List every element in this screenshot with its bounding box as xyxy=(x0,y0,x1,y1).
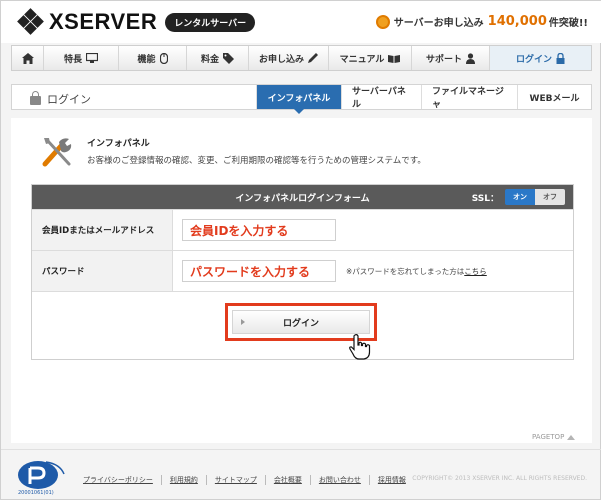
member-id-input[interactable]: 会員IDを入力する xyxy=(182,219,336,241)
person-icon xyxy=(466,52,475,64)
hand-cursor-icon xyxy=(349,334,371,360)
mouse-icon xyxy=(159,52,168,64)
logo[interactable]: XSERVER レンタルサーバー xyxy=(17,8,256,35)
panel-tabs: インフォパネル サーバーパネル ファイルマネージャ WEBメール xyxy=(256,85,591,114)
main-nav: 特長 機能 料金 お申し込み マニュアル サポート ログイン xyxy=(11,45,592,71)
nav-item-label: ログイン xyxy=(515,54,552,65)
nav-item-home[interactable] xyxy=(12,46,44,70)
footer-link-sitemap[interactable]: サイトマップ xyxy=(207,475,266,485)
form-title: インフォパネルログインフォーム xyxy=(235,193,370,204)
footer-link-contact[interactable]: お問い合わせ xyxy=(311,475,370,485)
password-input[interactable]: パスワードを入力する xyxy=(182,260,336,282)
footer-divider xyxy=(1,449,601,450)
content-panel: インフォパネル お客様のご登録情報の確認、変更、ご利用期限の確認等を行うための管… xyxy=(11,118,592,443)
page-title: ログイン xyxy=(30,91,91,107)
intro-title: インフォパネル xyxy=(87,139,150,149)
tag-icon xyxy=(223,52,234,64)
nav-item-label: 料金 xyxy=(200,54,219,65)
lock-icon xyxy=(556,52,565,64)
login-button-area: ログイン xyxy=(32,291,573,360)
login-button[interactable]: ログイン xyxy=(232,310,370,334)
id-label: 会員IDまたはメールアドレス xyxy=(32,210,173,250)
nav-item-functions[interactable]: 機能 xyxy=(119,46,187,70)
site-header: XSERVER レンタルサーバー サーバーお申し込み 140,000 件突破!! xyxy=(1,1,601,43)
promo-banner: サーバーお申し込み 140,000 件突破!! xyxy=(375,14,588,29)
privacy-mark-badge: 20001061(01) xyxy=(18,461,65,496)
nav-item-label: お申し込み xyxy=(258,54,304,65)
ssl-toggle: SSL： オン オフ xyxy=(472,189,565,205)
nav-item-label: 特長 xyxy=(63,54,82,65)
tab-server-panel[interactable]: サーバーパネル xyxy=(341,85,421,110)
lock-icon xyxy=(30,91,41,105)
book-icon xyxy=(388,54,401,63)
footer-link-careers[interactable]: 採用情報 xyxy=(370,475,414,485)
ssl-on-button[interactable]: オン xyxy=(505,189,535,205)
pagetop-label: PAGETOP xyxy=(532,433,565,441)
forgot-password-hint: ※パスワードを忘れてしまった方はこちら xyxy=(346,266,487,277)
nav-item-label: マニュアル xyxy=(339,54,385,65)
badge-number: 20001061(01) xyxy=(18,490,54,496)
tools-icon xyxy=(42,138,72,167)
arrow-up-icon xyxy=(567,434,576,440)
intro-text: インフォパネル お客様のご登録情報の確認、変更、ご利用期限の確認等を行うための管… xyxy=(87,134,426,170)
password-label: パスワード xyxy=(32,251,173,291)
form-row-id: 会員IDまたはメールアドレス 会員IDを入力する xyxy=(32,209,573,250)
login-form: インフォパネルログインフォーム SSL： オン オフ 会員IDまたはメールアドレ… xyxy=(31,184,574,360)
ssl-off-button[interactable]: オフ xyxy=(535,189,565,205)
footer-link-terms[interactable]: 利用規約 xyxy=(162,475,207,485)
tab-info-panel[interactable]: インフォパネル xyxy=(256,85,341,114)
forgot-password-link[interactable]: こちら xyxy=(464,267,487,276)
pagetop-link[interactable]: PAGETOP xyxy=(532,433,576,441)
nav-item-support[interactable]: サポート xyxy=(412,46,490,70)
id-field-cell: 会員IDを入力する xyxy=(173,210,573,250)
promo-count: 140,000 xyxy=(487,14,547,29)
page-frame: XSERVER レンタルサーバー サーバーお申し込み 140,000 件突破!!… xyxy=(0,0,601,500)
nav-item-signup[interactable]: お申し込み xyxy=(249,46,329,70)
home-icon xyxy=(21,52,34,64)
pen-icon xyxy=(308,53,318,63)
nav-item-manual[interactable]: マニュアル xyxy=(329,46,412,70)
logo-badge: レンタルサーバー xyxy=(165,12,256,32)
logo-diamonds-icon xyxy=(17,8,44,35)
promo-suffix: 件突破!! xyxy=(548,18,588,29)
footer-link-company[interactable]: 会社概要 xyxy=(266,475,311,485)
intro-description: お客様のご登録情報の確認、変更、ご利用期限の確認等を行うための管理システムです。 xyxy=(87,156,426,166)
subheader-bar: ログイン インフォパネル サーバーパネル ファイルマネージャ WEBメール xyxy=(11,84,592,114)
footer-link-privacy[interactable]: プライバシーポリシー xyxy=(83,475,162,485)
form-row-password: パスワード パスワードを入力する ※パスワードを忘れてしまった方はこちら xyxy=(32,250,573,291)
forgot-password-text: ※パスワードを忘れてしまった方は xyxy=(346,266,465,276)
nav-item-label: サポート xyxy=(425,54,462,65)
nav-item-features[interactable]: 特長 xyxy=(44,46,119,70)
page-title-text: ログイン xyxy=(47,93,91,106)
nav-item-label: 機能 xyxy=(137,54,156,65)
nav-item-login[interactable]: ログイン xyxy=(490,46,591,70)
logo-text: XSERVER xyxy=(49,9,158,34)
password-field-cell: パスワードを入力する ※パスワードを忘れてしまった方はこちら xyxy=(173,251,573,291)
tab-file-manager[interactable]: ファイルマネージャ xyxy=(421,85,517,110)
promo-prefix: サーバーお申し込み xyxy=(393,18,484,29)
form-header: インフォパネルログインフォーム SSL： オン オフ xyxy=(32,185,573,209)
tab-webmail[interactable]: WEBメール xyxy=(517,85,591,109)
monitor-icon xyxy=(86,53,98,63)
intro-section: インフォパネル お客様のご登録情報の確認、変更、ご利用期限の確認等を行うための管… xyxy=(39,134,426,170)
footer-links: プライバシーポリシー 利用規約 サイトマップ 会社概要 お問い合わせ 採用情報 xyxy=(83,475,414,485)
crown-icon xyxy=(375,14,390,29)
ssl-label: SSL： xyxy=(471,193,499,204)
nav-item-pricing[interactable]: 料金 xyxy=(187,46,249,70)
copyright: COPYRIGHT© 2013 XSERVER INC. ALL RIGHTS … xyxy=(412,475,587,482)
